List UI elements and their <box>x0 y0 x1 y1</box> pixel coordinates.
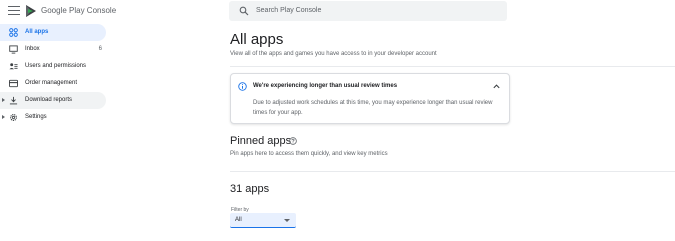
page-title: All apps <box>230 31 284 48</box>
inbox-icon <box>9 45 18 54</box>
page: Google Play Console All apps Inbox 6 Use… <box>0 0 675 241</box>
help-icon[interactable] <box>289 137 297 145</box>
gear-icon <box>10 114 17 121</box>
filter-value: All <box>235 217 242 223</box>
download-icon <box>9 96 18 105</box>
dropdown-arrow-icon <box>284 219 290 222</box>
chevron-up-icon[interactable] <box>492 82 501 91</box>
sidebar-item-order-management[interactable]: Order management <box>0 75 110 92</box>
grid-icon <box>9 28 18 37</box>
sidebar-item-label: Settings <box>25 114 47 120</box>
info-icon <box>238 82 247 91</box>
search-icon <box>239 6 249 16</box>
expand-caret-icon[interactable] <box>2 98 5 102</box>
divider <box>230 66 675 67</box>
sidebar-item-all-apps[interactable]: All apps <box>0 24 106 41</box>
divider <box>230 171 675 172</box>
search-input[interactable]: Search Play Console <box>256 7 321 14</box>
apps-count-heading: 31 apps <box>230 183 270 195</box>
credit-card-icon <box>9 79 18 88</box>
sidebar-header: Google Play Console <box>0 0 116 24</box>
sidebar-item-label: All apps <box>25 29 49 35</box>
inbox-count-badge: 6 <box>98 46 102 52</box>
sidebar-item-users-and-permissions[interactable]: Users and permissions <box>0 58 110 75</box>
play-console-logo-icon <box>26 5 36 17</box>
pinned-apps-heading: Pinned apps <box>230 135 292 147</box>
hamburger-menu-icon[interactable] <box>8 6 20 16</box>
search-bar[interactable]: Search Play Console <box>229 1 507 21</box>
sidebar-item-settings[interactable]: Settings <box>0 109 110 126</box>
sidebar-item-download-reports[interactable]: Download reports <box>0 92 106 109</box>
filter-dropdown[interactable]: All <box>230 213 296 228</box>
pinned-apps-description: Pin apps here to access them quickly, an… <box>230 151 388 157</box>
sidebar-item-label: Inbox <box>25 46 40 52</box>
review-times-notice: We're experiencing longer than usual rev… <box>230 73 510 124</box>
page-description: View all of the apps and games you have … <box>230 51 437 57</box>
expand-caret-icon[interactable] <box>2 115 5 119</box>
sidebar-nav: All apps Inbox 6 Users and permissions O… <box>0 24 110 126</box>
sidebar: Google Play Console All apps Inbox 6 Use… <box>0 0 116 241</box>
notice-title: We're experiencing longer than usual rev… <box>253 83 398 89</box>
notice-body: Due to adjusted work schedules at this t… <box>253 100 493 116</box>
sidebar-item-label: Download reports <box>25 97 73 103</box>
brand-name: Google Play Console <box>41 6 117 15</box>
sidebar-item-label: Users and permissions <box>25 63 87 69</box>
people-icon <box>9 63 18 70</box>
sidebar-item-inbox[interactable]: Inbox 6 <box>0 41 110 58</box>
sidebar-item-label: Order management <box>25 80 78 86</box>
